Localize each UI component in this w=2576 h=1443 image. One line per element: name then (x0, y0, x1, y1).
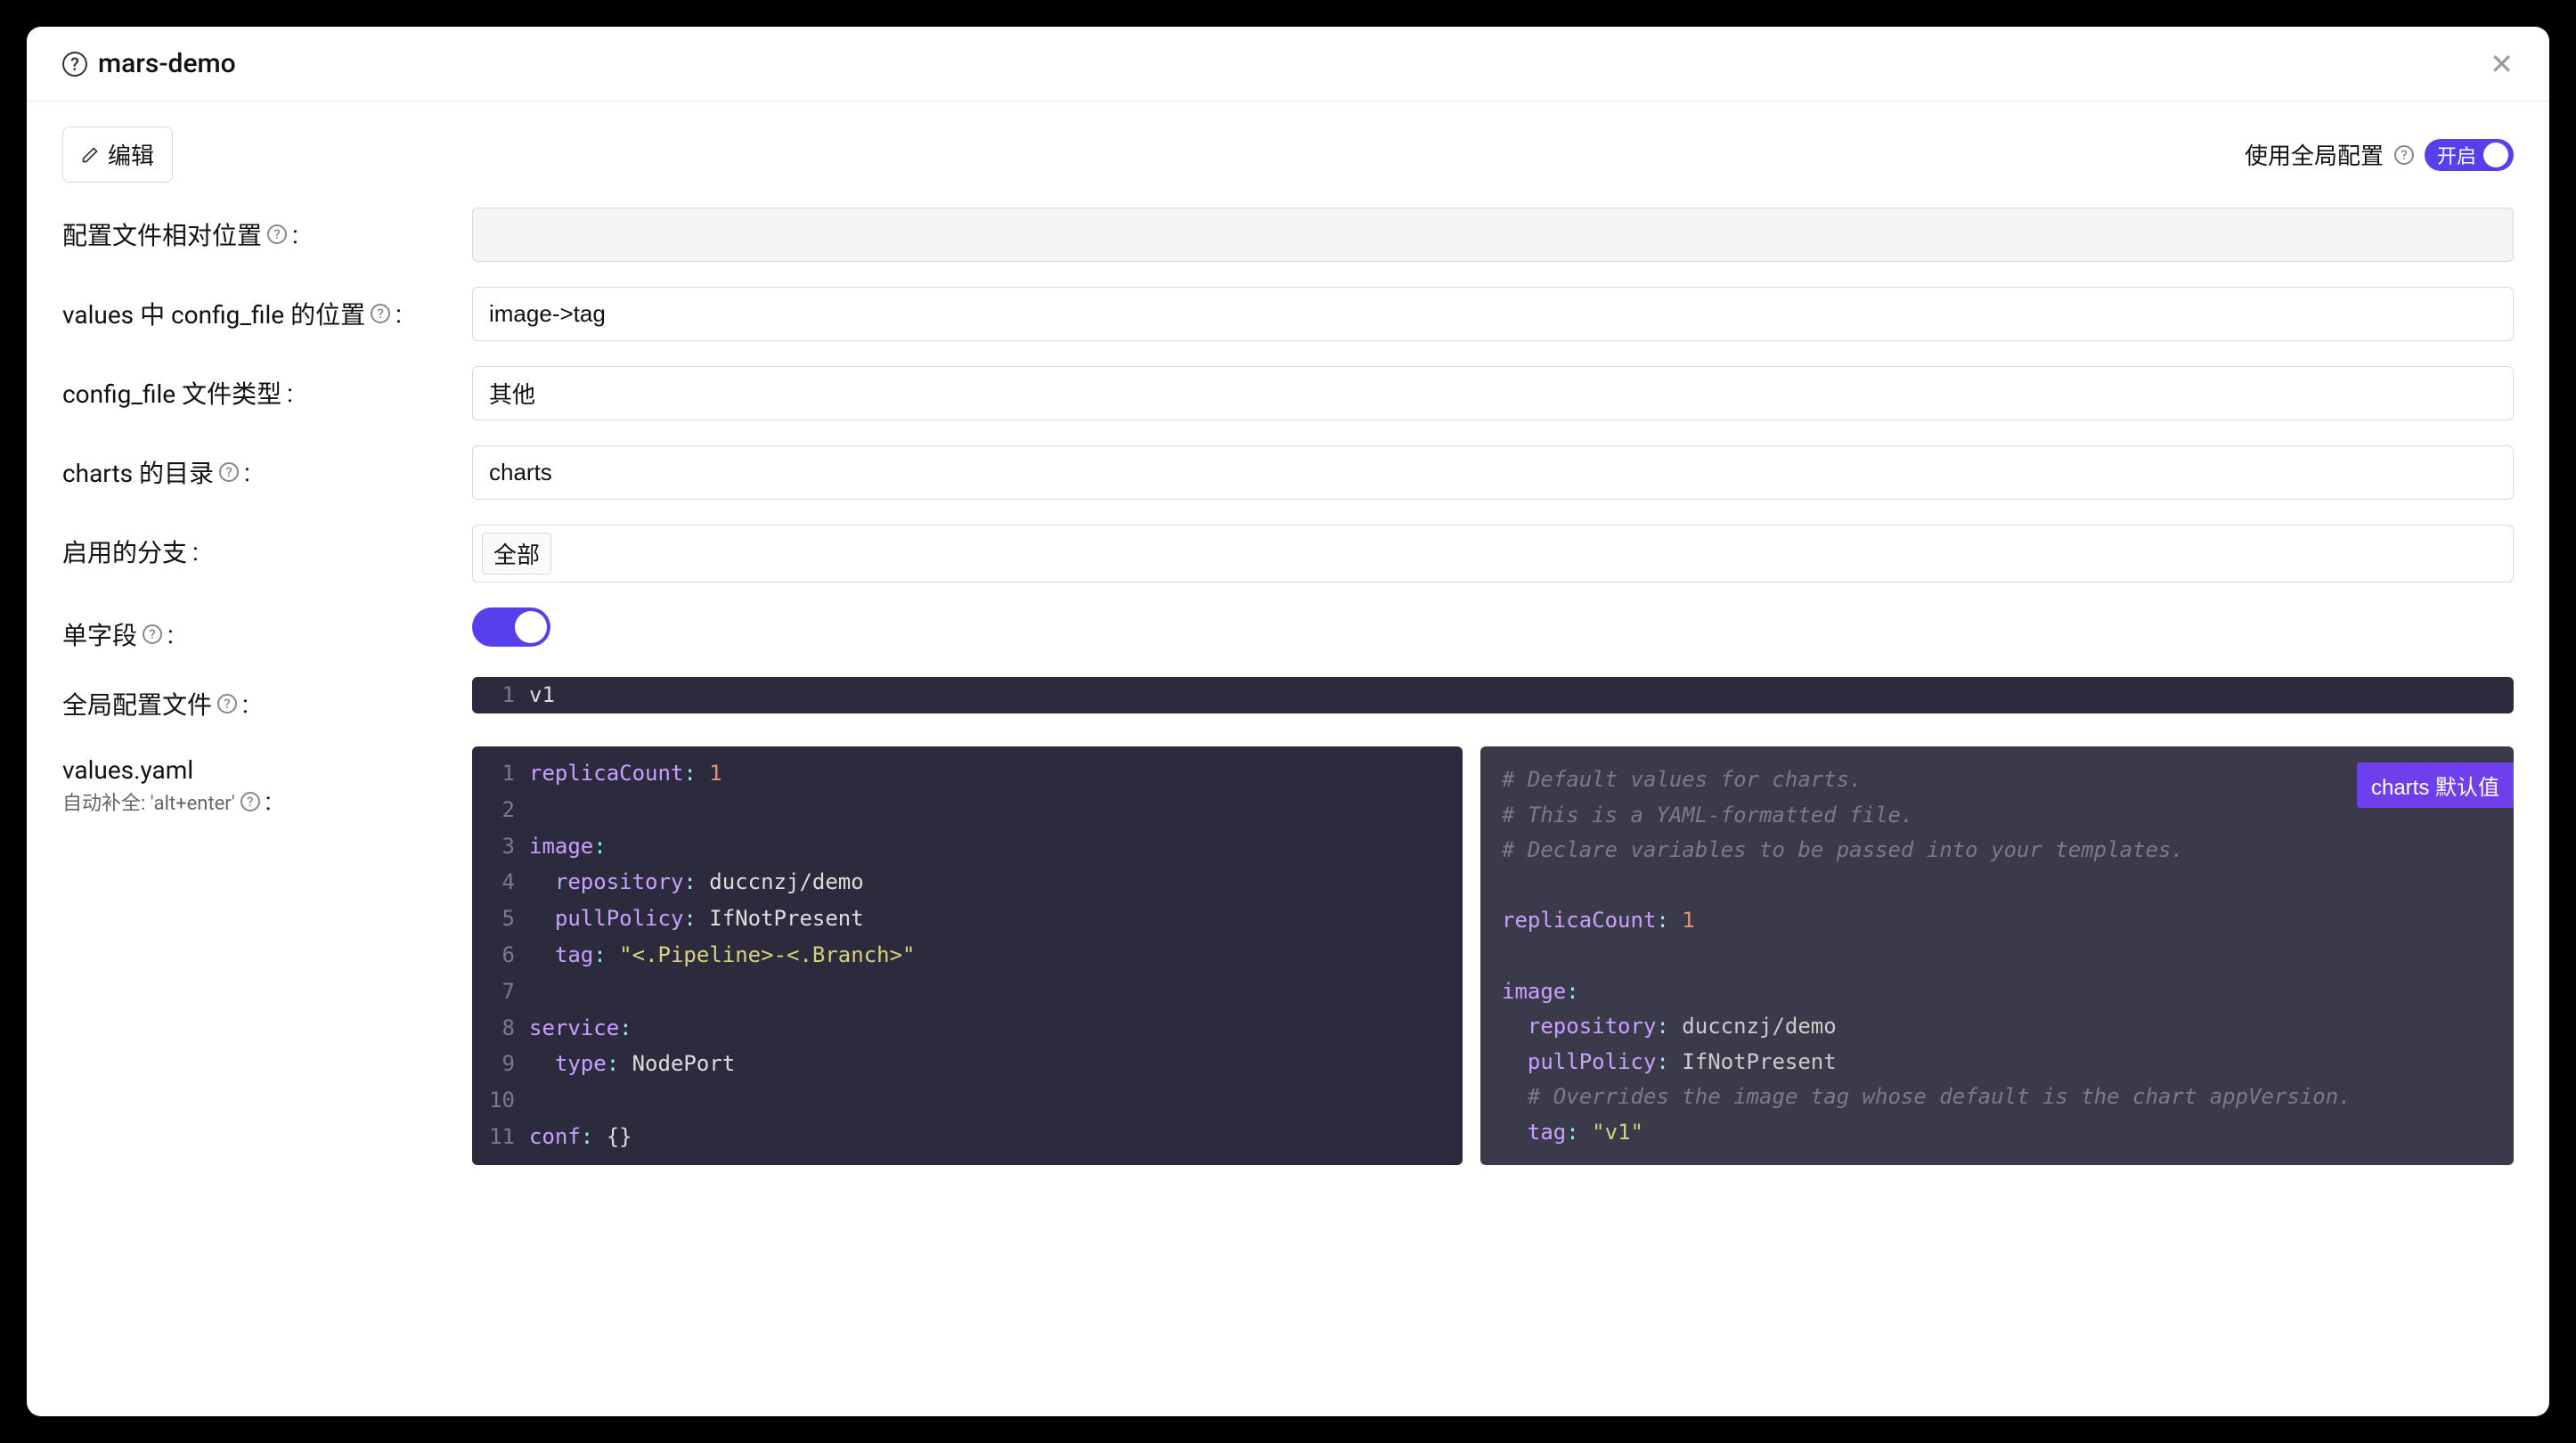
values-configfile-input[interactable] (472, 287, 2514, 341)
config-modal: ? mars-demo ✕ 编辑 使用全局配置 ? 开启 配置文件相对位置 (27, 27, 2549, 1416)
edit-button[interactable]: 编辑 (62, 126, 173, 183)
charts-default-viewer: charts 默认值 # Default values for charts.#… (1480, 746, 2514, 1165)
modal-title: mars-demo (98, 48, 236, 79)
row-configfile-type: config_file 文件类型 : (62, 366, 2514, 420)
label-charts-dir: charts 的目录 (62, 454, 214, 490)
help-icon[interactable]: ? (371, 304, 390, 323)
branch-tag: 全部 (482, 533, 551, 575)
help-icon[interactable]: ? (143, 624, 162, 644)
global-config-toggle[interactable]: 开启 (2425, 139, 2514, 171)
values-yaml-editor[interactable]: 1replicaCount: 123image:4 repository: du… (472, 746, 1463, 1165)
row-single-field: 单字段 ? : (62, 607, 2514, 652)
label-global-config-file: 全局配置文件 (62, 686, 212, 722)
global-config-label: 使用全局配置 (2245, 138, 2384, 171)
autocomplete-hint: 自动补全: 'alt+enter' (62, 787, 235, 816)
row-values-configfile: values 中 config_file 的位置 ? : (62, 287, 2514, 341)
single-field-switch[interactable] (472, 607, 550, 647)
toolbar: 编辑 使用全局配置 ? 开启 (62, 126, 2514, 183)
row-values-yaml: values.yaml 自动补全: 'alt+enter' ? : 1repli… (62, 746, 2514, 1165)
label-config-path: 配置文件相对位置 (62, 216, 262, 252)
row-enabled-branches: 启用的分支 : 全部 (62, 525, 2514, 583)
config-path-input[interactable] (472, 208, 2514, 262)
toggle-knob (2483, 143, 2508, 167)
help-icon[interactable]: ? (62, 52, 87, 77)
toggle-label: 开启 (2437, 141, 2476, 169)
label-single-field: 单字段 (62, 616, 137, 652)
modal-header: ? mars-demo ✕ (27, 27, 2549, 102)
default-values-badge: charts 默认值 (2357, 762, 2514, 808)
help-icon[interactable]: ? (267, 224, 287, 244)
label-configfile-type: config_file 文件类型 (62, 375, 281, 411)
help-icon[interactable]: ? (240, 792, 260, 811)
pencil-icon (81, 146, 99, 164)
label-enabled-branches: 启用的分支 (62, 534, 187, 569)
label-values-yaml: values.yaml (62, 755, 193, 785)
edit-button-label: 编辑 (108, 138, 154, 171)
row-config-path: 配置文件相对位置 ? : (62, 208, 2514, 262)
switch-knob (515, 611, 547, 643)
modal-body: 编辑 使用全局配置 ? 开启 配置文件相对位置 ? : (27, 102, 2549, 1416)
global-config-editor[interactable]: 1v1 (472, 677, 2514, 713)
help-icon[interactable]: ? (2394, 145, 2414, 165)
configfile-type-input[interactable] (472, 366, 2514, 420)
row-global-config-file: 全局配置文件 ? : 1v1 (62, 677, 2514, 722)
charts-dir-input[interactable] (472, 445, 2514, 500)
branches-tag-box[interactable]: 全部 (472, 525, 2514, 583)
close-icon[interactable]: ✕ (2490, 50, 2514, 78)
label-values-configfile: values 中 config_file 的位置 (62, 296, 365, 331)
help-icon[interactable]: ? (219, 462, 239, 482)
row-charts-dir: charts 的目录 ? : (62, 445, 2514, 500)
help-icon[interactable]: ? (217, 694, 237, 713)
